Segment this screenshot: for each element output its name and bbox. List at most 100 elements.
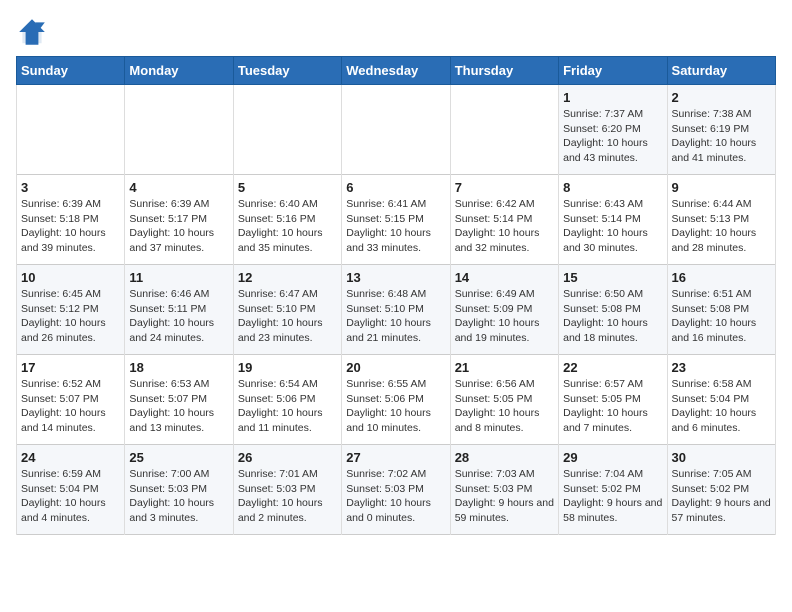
day-number: 21 (455, 360, 554, 375)
calendar-cell: 23 Sunrise: 6:58 AM Sunset: 5:04 PM Dayli… (667, 355, 775, 445)
header (16, 16, 776, 48)
calendar-cell: 16 Sunrise: 6:51 AM Sunset: 5:08 PM Dayli… (667, 265, 775, 355)
logo-icon (16, 16, 48, 48)
calendar-cell: 9 Sunrise: 6:44 AM Sunset: 5:13 PM Daylig… (667, 175, 775, 265)
day-number: 23 (672, 360, 771, 375)
calendar-cell: 12 Sunrise: 6:47 AM Sunset: 5:10 PM Dayli… (233, 265, 341, 355)
day-info: Sunrise: 6:47 AM Sunset: 5:10 PM Dayligh… (238, 287, 337, 346)
day-info: Sunrise: 6:55 AM Sunset: 5:06 PM Dayligh… (346, 377, 445, 436)
weekday-header-row: SundayMondayTuesdayWednesdayThursdayFrid… (17, 57, 776, 85)
day-info: Sunrise: 7:37 AM Sunset: 6:20 PM Dayligh… (563, 107, 662, 166)
day-info: Sunrise: 6:59 AM Sunset: 5:04 PM Dayligh… (21, 467, 120, 526)
day-info: Sunrise: 7:38 AM Sunset: 6:19 PM Dayligh… (672, 107, 771, 166)
day-number: 16 (672, 270, 771, 285)
day-info: Sunrise: 6:53 AM Sunset: 5:07 PM Dayligh… (129, 377, 228, 436)
day-number: 15 (563, 270, 662, 285)
day-number: 6 (346, 180, 445, 195)
day-number: 9 (672, 180, 771, 195)
week-row-1: 1 Sunrise: 7:37 AM Sunset: 6:20 PM Daylig… (17, 85, 776, 175)
day-info: Sunrise: 6:57 AM Sunset: 5:05 PM Dayligh… (563, 377, 662, 436)
calendar-cell: 1 Sunrise: 7:37 AM Sunset: 6:20 PM Daylig… (559, 85, 667, 175)
day-info: Sunrise: 6:45 AM Sunset: 5:12 PM Dayligh… (21, 287, 120, 346)
calendar-cell: 27 Sunrise: 7:02 AM Sunset: 5:03 PM Dayli… (342, 445, 450, 535)
day-number: 14 (455, 270, 554, 285)
day-info: Sunrise: 6:39 AM Sunset: 5:18 PM Dayligh… (21, 197, 120, 256)
week-row-4: 17 Sunrise: 6:52 AM Sunset: 5:07 PM Dayli… (17, 355, 776, 445)
calendar-cell: 20 Sunrise: 6:55 AM Sunset: 5:06 PM Dayli… (342, 355, 450, 445)
day-info: Sunrise: 6:49 AM Sunset: 5:09 PM Dayligh… (455, 287, 554, 346)
calendar-cell: 3Sunrise: 6:39 AM Sunset: 5:18 PM Daylig… (17, 175, 125, 265)
day-info: Sunrise: 7:01 AM Sunset: 5:03 PM Dayligh… (238, 467, 337, 526)
day-info: Sunrise: 6:52 AM Sunset: 5:07 PM Dayligh… (21, 377, 120, 436)
day-number: 17 (21, 360, 120, 375)
day-info: Sunrise: 6:50 AM Sunset: 5:08 PM Dayligh… (563, 287, 662, 346)
logo (16, 16, 52, 48)
calendar-cell: 25 Sunrise: 7:00 AM Sunset: 5:03 PM Dayli… (125, 445, 233, 535)
day-number: 12 (238, 270, 337, 285)
day-number: 25 (129, 450, 228, 465)
calendar-cell: 24 Sunrise: 6:59 AM Sunset: 5:04 PM Dayli… (17, 445, 125, 535)
calendar-table: SundayMondayTuesdayWednesdayThursdayFrid… (16, 56, 776, 535)
calendar-cell: 14 Sunrise: 6:49 AM Sunset: 5:09 PM Dayli… (450, 265, 558, 355)
weekday-header-thursday: Thursday (450, 57, 558, 85)
day-number: 13 (346, 270, 445, 285)
calendar-cell: 8Sunrise: 6:43 AM Sunset: 5:14 PM Daylig… (559, 175, 667, 265)
day-number: 7 (455, 180, 554, 195)
day-number: 27 (346, 450, 445, 465)
day-number: 24 (21, 450, 120, 465)
day-number: 10 (21, 270, 120, 285)
calendar-cell: 18 Sunrise: 6:53 AM Sunset: 5:07 PM Dayli… (125, 355, 233, 445)
weekday-header-tuesday: Tuesday (233, 57, 341, 85)
day-number: 28 (455, 450, 554, 465)
calendar-cell: 21 Sunrise: 6:56 AM Sunset: 5:05 PM Dayli… (450, 355, 558, 445)
day-info: Sunrise: 6:46 AM Sunset: 5:11 PM Dayligh… (129, 287, 228, 346)
weekday-header-sunday: Sunday (17, 57, 125, 85)
day-number: 20 (346, 360, 445, 375)
weekday-header-friday: Friday (559, 57, 667, 85)
calendar-cell (125, 85, 233, 175)
day-info: Sunrise: 6:58 AM Sunset: 5:04 PM Dayligh… (672, 377, 771, 436)
day-info: Sunrise: 7:04 AM Sunset: 5:02 PM Dayligh… (563, 467, 662, 526)
calendar-cell: 15 Sunrise: 6:50 AM Sunset: 5:08 PM Dayli… (559, 265, 667, 355)
calendar-cell: 7 Sunrise: 6:42 AM Sunset: 5:14 PM Daylig… (450, 175, 558, 265)
day-number: 18 (129, 360, 228, 375)
day-info: Sunrise: 6:40 AM Sunset: 5:16 PM Dayligh… (238, 197, 337, 256)
calendar-cell (233, 85, 341, 175)
day-info: Sunrise: 6:44 AM Sunset: 5:13 PM Dayligh… (672, 197, 771, 256)
day-number: 1 (563, 90, 662, 105)
day-info: Sunrise: 6:56 AM Sunset: 5:05 PM Dayligh… (455, 377, 554, 436)
calendar-cell: 6 Sunrise: 6:41 AM Sunset: 5:15 PM Daylig… (342, 175, 450, 265)
calendar-cell: 10 Sunrise: 6:45 AM Sunset: 5:12 PM Dayli… (17, 265, 125, 355)
week-row-2: 3Sunrise: 6:39 AM Sunset: 5:18 PM Daylig… (17, 175, 776, 265)
calendar-cell: 26 Sunrise: 7:01 AM Sunset: 5:03 PM Dayli… (233, 445, 341, 535)
calendar-cell: 29Sunrise: 7:04 AM Sunset: 5:02 PM Dayli… (559, 445, 667, 535)
calendar-cell: 30 Sunrise: 7:05 AM Sunset: 5:02 PM Dayli… (667, 445, 775, 535)
calendar-cell: 13Sunrise: 6:48 AM Sunset: 5:10 PM Dayli… (342, 265, 450, 355)
weekday-header-saturday: Saturday (667, 57, 775, 85)
day-number: 26 (238, 450, 337, 465)
day-number: 22 (563, 360, 662, 375)
calendar-cell (17, 85, 125, 175)
day-info: Sunrise: 6:41 AM Sunset: 5:15 PM Dayligh… (346, 197, 445, 256)
day-info: Sunrise: 6:42 AM Sunset: 5:14 PM Dayligh… (455, 197, 554, 256)
weekday-header-monday: Monday (125, 57, 233, 85)
calendar-cell: 2Sunrise: 7:38 AM Sunset: 6:19 PM Daylig… (667, 85, 775, 175)
calendar-cell: 5 Sunrise: 6:40 AM Sunset: 5:16 PM Daylig… (233, 175, 341, 265)
day-info: Sunrise: 7:00 AM Sunset: 5:03 PM Dayligh… (129, 467, 228, 526)
calendar-cell: 19Sunrise: 6:54 AM Sunset: 5:06 PM Dayli… (233, 355, 341, 445)
day-info: Sunrise: 6:51 AM Sunset: 5:08 PM Dayligh… (672, 287, 771, 346)
day-info: Sunrise: 6:43 AM Sunset: 5:14 PM Dayligh… (563, 197, 662, 256)
calendar-cell: 11 Sunrise: 6:46 AM Sunset: 5:11 PM Dayli… (125, 265, 233, 355)
day-number: 4 (129, 180, 228, 195)
day-number: 30 (672, 450, 771, 465)
calendar-cell: 4 Sunrise: 6:39 AM Sunset: 5:17 PM Daylig… (125, 175, 233, 265)
day-number: 11 (129, 270, 228, 285)
calendar-cell: 22 Sunrise: 6:57 AM Sunset: 5:05 PM Dayli… (559, 355, 667, 445)
week-row-3: 10 Sunrise: 6:45 AM Sunset: 5:12 PM Dayli… (17, 265, 776, 355)
calendar-cell: 17 Sunrise: 6:52 AM Sunset: 5:07 PM Dayli… (17, 355, 125, 445)
calendar-cell (342, 85, 450, 175)
day-info: Sunrise: 7:05 AM Sunset: 5:02 PM Dayligh… (672, 467, 771, 526)
day-info: Sunrise: 6:39 AM Sunset: 5:17 PM Dayligh… (129, 197, 228, 256)
day-info: Sunrise: 7:02 AM Sunset: 5:03 PM Dayligh… (346, 467, 445, 526)
day-number: 5 (238, 180, 337, 195)
